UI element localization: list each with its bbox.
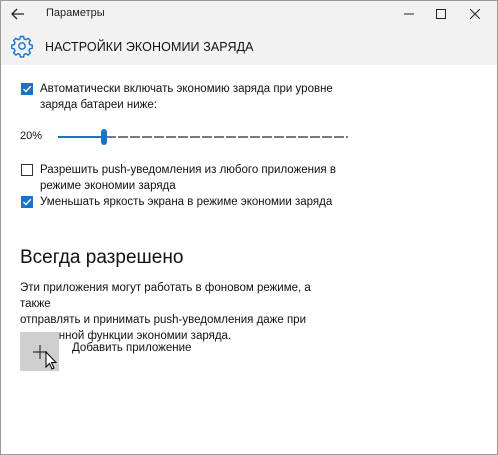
- close-icon: [470, 9, 480, 19]
- title-bar: Параметры: [1, 1, 497, 27]
- mouse-cursor-icon: [45, 351, 58, 370]
- checkmark-icon: [23, 85, 32, 93]
- checkmark-icon: [23, 198, 32, 206]
- allow-push-checkbox[interactable]: [21, 164, 33, 176]
- allow-push-label: Разрешить push-уведомления из любого при…: [40, 162, 336, 194]
- slider-thumb[interactable]: [101, 129, 107, 145]
- window-title: Параметры: [46, 7, 105, 19]
- lower-brightness-label: Уменьшать яркость экрана в режиме эконом…: [40, 196, 333, 208]
- maximize-button[interactable]: [425, 1, 457, 27]
- slider-fill: [58, 136, 104, 138]
- auto-saver-label-line2: заряда батареи ниже:: [40, 99, 157, 111]
- description-line2: отправлять и принимать push-уведомления …: [20, 314, 307, 326]
- settings-window: Параметры НАСТРОЙКИ ЭКОНОМИИ ЗАРЯДА Авто…: [0, 0, 498, 455]
- auto-saver-checkbox[interactable]: [21, 83, 33, 95]
- allow-push-label-line1: Разрешить push-уведомления из любого при…: [40, 164, 336, 176]
- minimize-icon: [404, 13, 414, 15]
- back-arrow-icon: [11, 8, 24, 20]
- always-allowed-description: Эти приложения могут работать в фоновом …: [20, 280, 340, 344]
- battery-threshold-slider[interactable]: [58, 129, 348, 145]
- page-header: НАСТРОЙКИ ЭКОНОМИИ ЗАРЯДА: [1, 27, 497, 65]
- add-app-label[interactable]: Добавить приложение: [72, 342, 191, 354]
- back-button[interactable]: [7, 3, 29, 25]
- minimize-button[interactable]: [393, 1, 425, 27]
- auto-saver-label: Автоматически включать экономию заряда п…: [40, 81, 333, 113]
- maximize-icon: [436, 9, 446, 19]
- auto-saver-label-line1: Автоматически включать экономию заряда п…: [40, 83, 333, 95]
- slider-value: 20%: [20, 130, 43, 142]
- lower-brightness-checkbox[interactable]: [21, 196, 33, 208]
- close-button[interactable]: [459, 1, 491, 27]
- page-title: НАСТРОЙКИ ЭКОНОМИИ ЗАРЯДА: [45, 40, 254, 54]
- gear-icon: [11, 35, 33, 58]
- always-allowed-heading: Всегда разрешено: [20, 247, 184, 268]
- allow-push-label-line2: режиме экономии заряда: [40, 180, 176, 192]
- description-line1: Эти приложения могут работать в фоновом …: [20, 282, 311, 310]
